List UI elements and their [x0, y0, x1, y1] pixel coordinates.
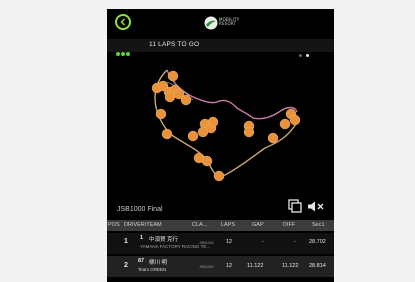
- col-diff[interactable]: DIFF: [283, 222, 295, 228]
- track-map: [151, 69, 301, 182]
- row-class: JSB1000: [199, 241, 214, 245]
- car-marker[interactable]: [243, 126, 255, 138]
- car-marker[interactable]: [267, 132, 279, 144]
- app-logo: MOBILITY RESORT: [204, 16, 244, 30]
- car-marker[interactable]: [213, 170, 225, 182]
- chevron-left-icon: [120, 18, 126, 26]
- car-marker[interactable]: [197, 126, 209, 138]
- race-title: JSB1000 Final: [117, 206, 163, 213]
- col-class[interactable]: CLA...: [192, 222, 207, 228]
- col-gap[interactable]: GAP: [252, 222, 264, 228]
- car-marker[interactable]: [187, 130, 199, 142]
- col-laps[interactable]: LAPS: [221, 222, 235, 228]
- car-marker[interactable]: [279, 118, 291, 130]
- col-driver-team[interactable]: DRIVER/TEAM: [124, 222, 162, 228]
- car-marker[interactable]: [155, 108, 167, 120]
- car-marker[interactable]: [207, 116, 219, 128]
- car-marker[interactable]: [167, 70, 179, 82]
- logo-text: MOBILITY RESORT: [219, 17, 240, 26]
- view-toggle-icon[interactable]: [288, 199, 302, 213]
- laps-to-go: 11 LAPS TO GO: [149, 41, 200, 48]
- row-diff: 11.122: [282, 263, 299, 269]
- row-gap: 11.122: [247, 263, 264, 269]
- row-sec1: 28.814: [309, 263, 326, 269]
- row-driver: 中須賀 克行: [149, 237, 179, 243]
- app-screen: MOBILITY RESORT 11 LAPS TO GO JSB1000 Fi…: [107, 9, 334, 282]
- results-table-header: POS DRIVER/TEAM CLA... LAPS GAP DIFF Sec…: [107, 220, 334, 231]
- car-marker[interactable]: [164, 91, 176, 103]
- row-class: JSB1000: [199, 265, 214, 269]
- col-sec1[interactable]: Sec1: [312, 222, 325, 228]
- mute-icon[interactable]: [307, 200, 325, 213]
- car-marker[interactable]: [289, 114, 301, 126]
- row-laps: 12: [226, 263, 233, 269]
- row-sec1: 28.702: [309, 239, 326, 245]
- top-bar: MOBILITY RESORT: [107, 9, 334, 37]
- table-row[interactable]: 1 1 中須賀 克行 YAMAHA FACTORY RACING TE... J…: [107, 233, 334, 254]
- row-position: 2: [124, 262, 128, 269]
- row-car-number: 1: [140, 235, 144, 241]
- row-laps: 12: [226, 239, 233, 245]
- col-pos[interactable]: POS: [108, 222, 120, 228]
- row-team: Team GREEN: [138, 267, 167, 272]
- row-driver: 柳川 明: [149, 260, 168, 266]
- race-status-bar: 11 LAPS TO GO: [107, 39, 334, 57]
- logo-mark-icon: [204, 16, 218, 30]
- row-car-number: 87: [138, 258, 145, 264]
- row-diff: -: [294, 239, 296, 245]
- row-position: 1: [124, 238, 128, 245]
- table-row[interactable]: 2 87 柳川 明 Team GREEN JSB1000 12 11.122 1…: [107, 256, 334, 277]
- car-marker[interactable]: [180, 94, 192, 106]
- car-marker[interactable]: [201, 155, 213, 167]
- car-marker[interactable]: [161, 128, 173, 140]
- back-button[interactable]: [115, 14, 131, 30]
- row-gap: -: [262, 239, 264, 245]
